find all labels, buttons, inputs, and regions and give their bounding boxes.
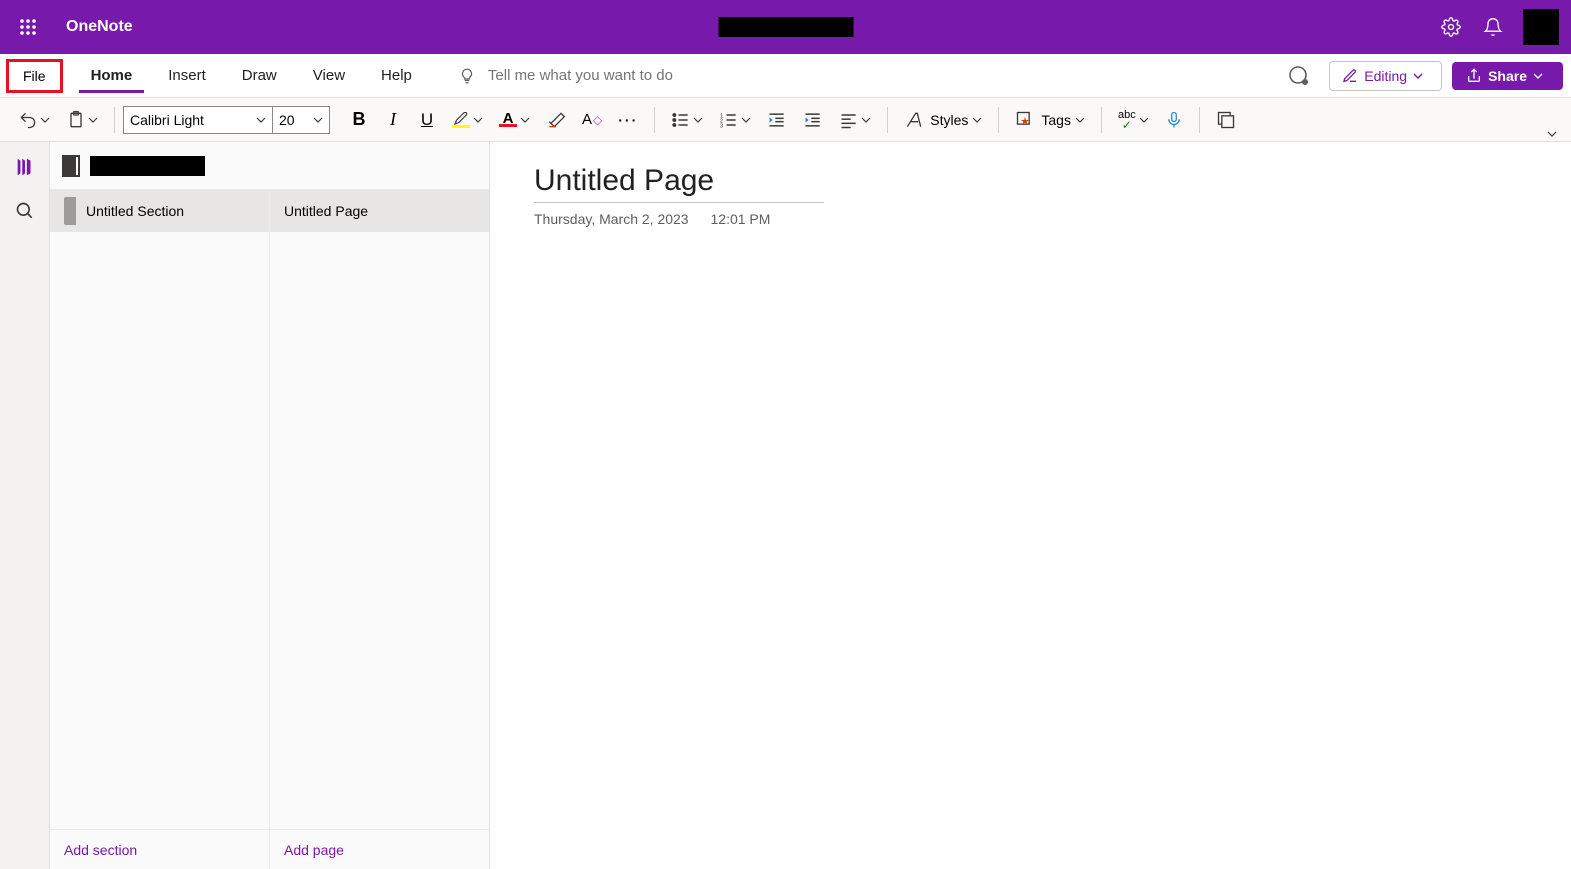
tell-me-input[interactable] [488,67,748,84]
add-page-label: Add page [284,842,344,858]
section-item[interactable]: Untitled Section [50,190,269,232]
search-icon[interactable] [10,196,40,226]
section-name: Untitled Section [86,203,184,219]
add-page-button[interactable]: Add page [270,829,489,869]
spellcheck-button[interactable]: abc ✓ [1112,104,1155,136]
tags-label: Tags [1041,112,1071,128]
sections-list: Untitled Section Add section [50,190,270,869]
tab-draw[interactable]: Draw [230,59,289,92]
notifications-icon[interactable] [1481,15,1505,39]
notebook-icon [62,155,80,177]
italic-button[interactable]: I [378,104,408,136]
align-button[interactable] [833,104,877,136]
app-launcher[interactable] [12,11,44,43]
share-label: Share [1488,68,1527,84]
lightbulb-icon [458,67,476,85]
styles-label: Styles [930,112,968,128]
tab-insert[interactable]: Insert [156,59,218,92]
add-section-button[interactable]: Add section [50,829,269,869]
underline-button[interactable]: U [412,104,442,136]
tab-home[interactable]: Home [79,59,145,93]
editing-label: Editing [1364,68,1407,84]
page-item[interactable]: Untitled Page [270,190,489,232]
page-time: 12:01 PM [711,211,771,227]
notebooks-icon[interactable] [10,152,40,182]
account-avatar[interactable] [1523,9,1559,45]
file-tab[interactable]: File [6,59,63,93]
title-bar: OneNote [0,0,1571,54]
catch-up-icon[interactable] [1287,64,1311,88]
tags-button[interactable]: Tags [1009,104,1091,136]
numbering-button[interactable]: 123 [713,104,757,136]
clear-formatting-button[interactable] [540,104,572,136]
page-metadata: Thursday, March 2, 2023 12:01 PM [534,211,1571,227]
navigation-pane: Untitled Section Add section Untitled Pa… [50,142,490,869]
editing-mode-button[interactable]: Editing [1329,61,1442,91]
font-size-select[interactable]: 20 [272,106,330,134]
pages-list: Untitled Page Add page [270,190,489,869]
styles-button[interactable]: Styles [898,104,988,136]
svg-text:3: 3 [720,123,723,129]
ribbon-collapse-button[interactable] [1547,129,1561,141]
menu-bar: File Home Insert Draw View Help Editing … [0,54,1571,98]
left-rail [0,142,50,869]
add-section-label: Add section [64,842,137,858]
font-color-button[interactable]: A [493,104,536,136]
page-canvas[interactable]: Thursday, March 2, 2023 12:01 PM [490,142,1571,869]
app-name[interactable]: OneNote [66,18,133,36]
page-name: Untitled Page [284,203,368,219]
font-size-value: 20 [279,112,295,128]
paste-button[interactable] [60,104,104,136]
undo-button[interactable] [12,104,56,136]
indent-button[interactable] [797,104,829,136]
page-date: Thursday, March 2, 2023 [534,211,689,227]
share-button[interactable]: Share [1452,62,1563,90]
tab-help[interactable]: Help [369,59,424,92]
outdent-button[interactable] [761,104,793,136]
ribbon-home: Calibri Light 20 B I U A A◇ ··· 123 [0,98,1571,142]
feed-button[interactable] [1210,104,1242,136]
notebook-name-redacted [90,156,205,176]
page-title-input[interactable] [534,164,824,203]
bold-button[interactable]: B [344,104,374,136]
notebook-header[interactable] [50,142,489,190]
document-title-redacted[interactable] [718,17,853,37]
section-color-chip [64,197,76,225]
settings-icon[interactable] [1439,15,1463,39]
font-family-select[interactable]: Calibri Light [123,106,273,134]
more-formatting-button[interactable]: ··· [612,104,644,136]
highlight-button[interactable] [446,104,489,136]
tab-view[interactable]: View [301,59,357,92]
format-painter-button[interactable]: A◇ [576,104,608,136]
font-family-value: Calibri Light [130,112,204,128]
bullets-button[interactable] [665,104,709,136]
dictate-button[interactable] [1159,104,1189,136]
file-tab-label: File [23,68,46,84]
workspace: Untitled Section Add section Untitled Pa… [0,142,1571,869]
